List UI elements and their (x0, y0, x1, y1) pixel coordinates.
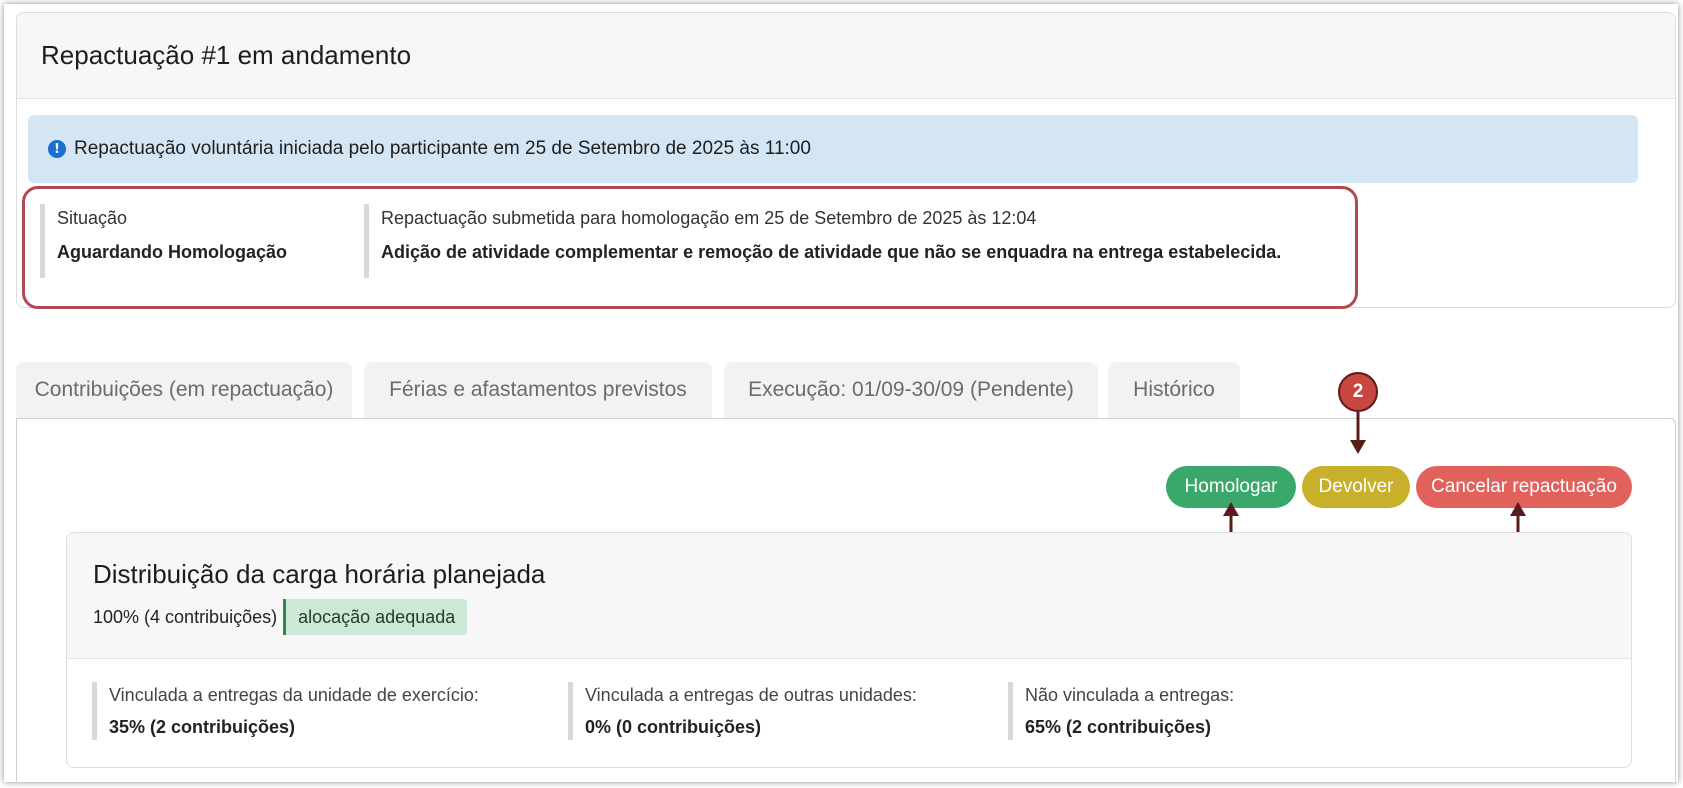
page-title: Repactuação #1 em andamento (41, 40, 412, 70)
tab-label: Execução: 01/09-30/09 (Pendente) (748, 378, 1074, 401)
stat-value: 0% (0 contribuições) (585, 717, 762, 737)
status-value: Aguardando Homologação (57, 242, 288, 262)
stat-value: 35% (2 contribuições) (109, 717, 296, 737)
distribution-summary-row: 100% (4 contribuições) alocação adequada (93, 599, 1605, 635)
page-frame: Repactuação #1 em andamento ! Repactuaçã… (4, 4, 1678, 782)
stat-label: Vinculada a entregas de outras unidades: (585, 685, 917, 705)
stat-nao-vinculada: Não vinculada a entregas: 65% (2 contrib… (1008, 682, 1234, 740)
stat-label: Não vinculada a entregas: (1025, 685, 1235, 705)
distribution-header: Distribuição da carga horária planejada … (67, 533, 1631, 659)
tab-label: Contribuições (em repactuação) (34, 378, 334, 401)
submission-label: Repactuação submetida para homologação e… (381, 208, 1037, 228)
alert-text: Repactuação voluntária iniciada pelo par… (74, 138, 811, 159)
info-alert: ! Repactuação voluntária iniciada pelo p… (28, 115, 1638, 183)
stat-vinculada-unidade: Vinculada a entregas da unidade de exerc… (92, 682, 479, 740)
devolver-button[interactable]: Devolver (1302, 466, 1410, 508)
tab-contribuicoes[interactable]: Contribuições (em repactuação) (16, 362, 352, 418)
callout-marker-2: 2 (1338, 372, 1378, 412)
tab-label: Férias e afastamentos previstos (389, 378, 687, 401)
marker-number: 2 (1352, 381, 1364, 402)
distribution-title: Distribuição da carga horária planejada (93, 559, 546, 589)
tab-historico[interactable]: Histórico (1108, 362, 1240, 418)
tab-execucao[interactable]: Execução: 01/09-30/09 (Pendente) (724, 362, 1098, 418)
stat-vinculada-outras: Vinculada a entregas de outras unidades:… (568, 682, 917, 740)
arrow-down-icon (1350, 412, 1366, 454)
info-icon: ! (48, 140, 66, 158)
submission-field: Repactuação submetida para homologação e… (364, 204, 1281, 278)
distribution-summary: 100% (4 contribuições) (93, 606, 278, 627)
tab-ferias[interactable]: Férias e afastamentos previstos (364, 362, 712, 418)
repactuation-header: Repactuação #1 em andamento (17, 13, 1675, 99)
stat-label: Vinculada a entregas da unidade de exerc… (109, 685, 479, 705)
status-field: Situação Aguardando Homologação (40, 204, 287, 278)
tab-label: Histórico (1133, 378, 1215, 401)
status-label: Situação (57, 208, 128, 228)
submission-value: Adição de atividade complementar e remoç… (381, 242, 1282, 262)
allocation-badge: alocação adequada (283, 599, 468, 635)
stat-value: 65% (2 contribuições) (1025, 717, 1212, 737)
